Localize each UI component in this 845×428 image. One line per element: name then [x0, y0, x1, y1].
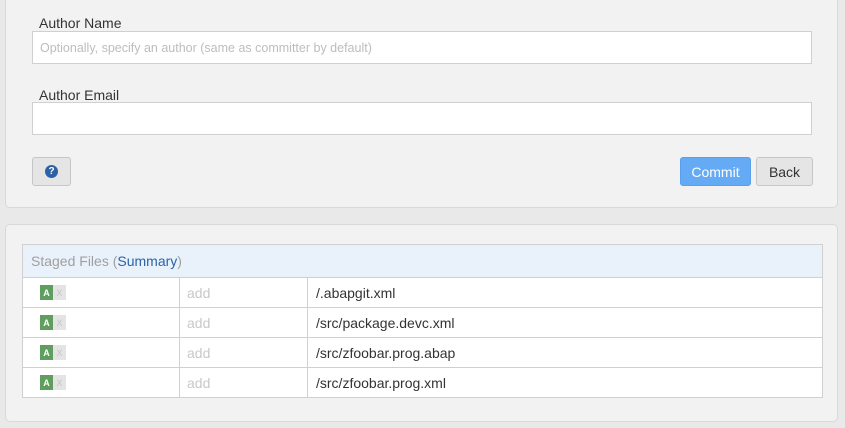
help-icon: ?: [45, 165, 58, 178]
staged-files-header: Staged Files (Summary): [23, 245, 822, 278]
action-cell: add: [180, 368, 308, 397]
removed-badge: X: [53, 375, 66, 390]
status-badge: A X: [40, 345, 66, 360]
commit-button[interactable]: Commit: [680, 157, 751, 186]
staged-files-table: Staged Files (Summary) A X add /.abapgit…: [22, 244, 823, 398]
file-path: /src/package.devc.xml: [316, 314, 455, 331]
action-cell: add: [180, 338, 308, 367]
file-path: /.abapgit.xml: [316, 284, 396, 301]
file-path: /src/zfoobar.prog.xml: [316, 374, 446, 391]
table-row: A X add /src/package.devc.xml: [23, 308, 822, 338]
author-name-input[interactable]: [32, 31, 812, 64]
table-row: A X add /src/zfoobar.prog.abap: [23, 338, 822, 368]
status-badge: A X: [40, 285, 66, 300]
author-email-label: Author Email: [39, 87, 120, 103]
added-badge: A: [40, 375, 53, 390]
summary-link[interactable]: Summary: [117, 253, 177, 269]
table-row: A X add /.abapgit.xml: [23, 278, 822, 308]
status-cell: A X: [23, 338, 180, 367]
status-cell: A X: [23, 368, 180, 397]
status-badge: A X: [40, 315, 66, 330]
removed-badge: X: [53, 345, 66, 360]
status-badge: A X: [40, 375, 66, 390]
file-path: /src/zfoobar.prog.abap: [316, 344, 456, 361]
status-cell: A X: [23, 308, 180, 337]
action-cell: add: [180, 278, 308, 307]
help-button[interactable]: ?: [32, 157, 71, 186]
table-row: A X add /src/zfoobar.prog.xml: [23, 368, 822, 397]
removed-badge: X: [53, 315, 66, 330]
staged-files-panel: Staged Files (Summary) A X add /.abapgit…: [5, 224, 838, 422]
removed-badge: X: [53, 285, 66, 300]
author-email-input[interactable]: [32, 102, 812, 135]
commit-form-panel: Author Name Author Email ? Commit Back: [5, 0, 838, 208]
added-badge: A: [40, 315, 53, 330]
staged-files-title-suffix: ): [177, 253, 182, 269]
staged-files-title: Staged Files (: [31, 253, 118, 269]
action-cell: add: [180, 308, 308, 337]
added-badge: A: [40, 345, 53, 360]
back-button[interactable]: Back: [756, 157, 813, 186]
status-cell: A X: [23, 278, 180, 307]
author-name-label: Author Name: [39, 15, 122, 31]
added-badge: A: [40, 285, 53, 300]
